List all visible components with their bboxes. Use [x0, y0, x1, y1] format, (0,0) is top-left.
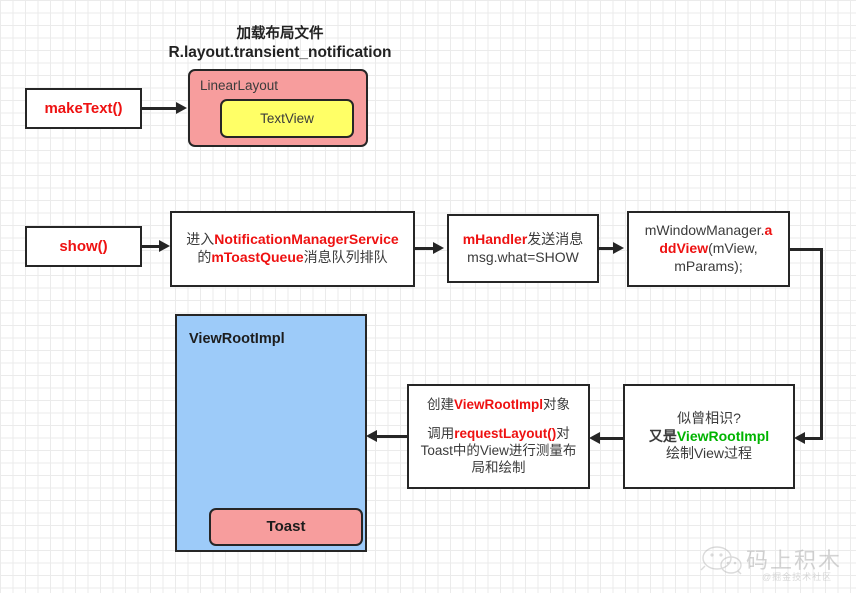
- node-wm-line3: mParams);: [674, 257, 743, 274]
- arrow-head-maketext-to-linearlayout: [176, 102, 187, 114]
- watermark-subtitle: @掘金技术社区: [762, 572, 833, 582]
- diagram-title-line2: R.layout.transient_notification: [168, 44, 392, 62]
- node-create-vri-line3: Toast中的View进行测量布: [420, 443, 577, 458]
- node-dejavu-viewrootimpl[interactable]: 似曾相识? 又是ViewRootImpl 绘制View过程: [623, 384, 795, 489]
- node-create-vri-line2-suffix: 对: [556, 425, 570, 441]
- node-create-vri-line2-prefix: 调用: [427, 425, 455, 441]
- node-dejavu-line2-highlight: ViewRootImpl: [676, 427, 770, 444]
- diagram-title-line1: 加载布局文件: [236, 25, 324, 42]
- arrow-head-nms-to-handler: [433, 242, 444, 254]
- node-view-root-impl[interactable]: ViewRootImpl Toast: [175, 314, 367, 552]
- arrow-head-dejavu-to-createvri: [589, 432, 600, 444]
- node-show-label: show(): [59, 237, 108, 255]
- node-wm-line2-highlight: ddView: [659, 240, 709, 257]
- node-nms-line1-highlight: NotificationManagerService: [214, 231, 399, 248]
- node-nms-line2-prefix: 的: [197, 249, 212, 265]
- node-window-manager-addview[interactable]: mWindowManager.a ddView(mView, mParams);: [627, 211, 790, 287]
- node-toast[interactable]: Toast: [209, 508, 363, 546]
- arrow-head-wm-to-dejavu: [794, 432, 805, 444]
- node-wm-line1-prefix: mWindowManager.: [644, 222, 765, 239]
- node-nms-line1-prefix: 进入: [186, 231, 215, 248]
- wechat-logo-icon: [700, 546, 742, 575]
- node-notification-manager-service[interactable]: 进入NotificationManagerService 的mToastQueu…: [170, 211, 415, 287]
- node-mhandler[interactable]: mHandler发送消息 msg.what=SHOW: [447, 214, 599, 283]
- connector-dejavu-to-createvri: [598, 437, 623, 440]
- node-toast-label: Toast: [266, 518, 306, 536]
- node-create-vri-line4: 局和绘制: [471, 460, 526, 476]
- node-linear-layout-label: LinearLayout: [200, 78, 279, 93]
- node-create-vri-text: 创建ViewRootImpl对象 调用requestLayout()对 Toas…: [409, 396, 588, 476]
- arrow-head-createvri-to-viewrootimpl: [366, 430, 377, 442]
- node-mhandler-line1-highlight: mHandler: [462, 230, 528, 247]
- connector-maketext-to-linearlayout: [142, 107, 178, 110]
- node-mhandler-line1-suffix: 发送消息: [527, 230, 584, 247]
- connector-createvri-to-viewrootimpl: [374, 435, 407, 438]
- node-dejavu-line3: 绘制View过程: [665, 445, 753, 462]
- node-nms-line2-suffix: 消息队列排队: [303, 249, 388, 265]
- node-mhandler-line2: msg.what=SHOW: [467, 248, 579, 265]
- node-create-vri-line1-highlight: ViewRootImpl: [453, 397, 543, 413]
- node-wm-line2-suffix: (mView,: [708, 240, 758, 257]
- node-view-root-impl-label: ViewRootImpl: [189, 331, 285, 347]
- connector-wm-elbow-top: [790, 248, 823, 251]
- node-make-text[interactable]: makeText(): [25, 88, 142, 129]
- node-wm-line1-highlight: a: [764, 222, 773, 239]
- node-dejavu-line1: 似曾相识?: [677, 409, 741, 426]
- node-show[interactable]: show(): [25, 226, 142, 267]
- diagram-canvas: 加载布局文件 R.layout.transient_notification m…: [0, 0, 856, 593]
- arrow-head-handler-to-windowmanager: [613, 242, 624, 254]
- node-create-vri-line2-highlight: requestLayout(): [454, 425, 557, 441]
- node-create-vri-line1-prefix: 创建: [426, 397, 454, 413]
- watermark: 码上积木 @掘金技术社区: [700, 543, 850, 587]
- node-wm-text: mWindowManager.a ddView(mView, mParams);: [629, 222, 788, 276]
- node-create-vri-line1-suffix: 对象: [543, 397, 570, 413]
- arrow-head-show-to-nms: [159, 240, 170, 252]
- node-create-vri-spacer: [415, 414, 582, 425]
- node-linear-layout[interactable]: LinearLayout TextView: [188, 69, 368, 147]
- node-create-viewrootimpl[interactable]: 创建ViewRootImpl对象 调用requestLayout()对 Toas…: [407, 384, 590, 489]
- node-text-view-label: TextView: [260, 110, 314, 126]
- node-make-text-label: makeText(): [44, 99, 123, 117]
- node-mhandler-text: mHandler发送消息 msg.what=SHOW: [449, 231, 597, 267]
- node-text-view[interactable]: TextView: [220, 99, 354, 138]
- connector-wm-elbow-bottom: [805, 437, 823, 440]
- diagram-title: 加载布局文件 R.layout.transient_notification: [160, 22, 400, 66]
- node-dejavu-text: 似曾相识? 又是ViewRootImpl 绘制View过程: [625, 410, 793, 464]
- node-dejavu-line2-prefix: 又是: [648, 427, 677, 444]
- node-nms-text: 进入NotificationManagerService 的mToastQueu…: [172, 231, 413, 267]
- connector-wm-elbow-vertical: [820, 248, 823, 440]
- node-nms-line2-highlight: mToastQueue: [211, 249, 304, 265]
